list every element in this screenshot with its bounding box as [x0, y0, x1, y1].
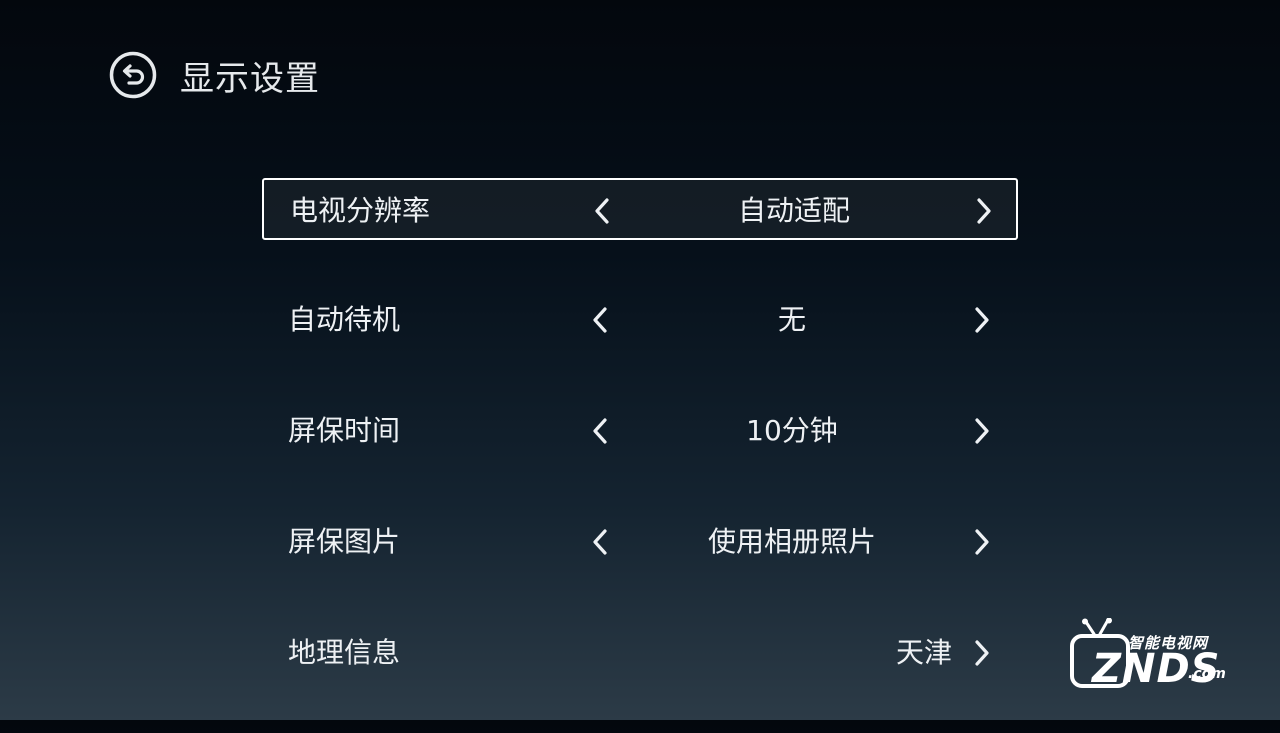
setting-row-location[interactable]: 地理信息 天津: [262, 622, 1018, 684]
setting-value: 自动适配: [737, 194, 850, 227]
header: 显示设置: [108, 50, 320, 100]
setting-value: 10分钟: [746, 414, 838, 447]
setting-label: 屏保时间: [288, 414, 401, 447]
page-title: 显示设置: [180, 58, 320, 99]
setting-row-screensaver-time[interactable]: 屏保时间 10分钟: [262, 400, 1018, 462]
watermark-suffix: .com: [1188, 666, 1226, 682]
chevron-left-icon[interactable]: [588, 528, 612, 556]
chevron-left-icon[interactable]: [588, 417, 612, 445]
chevron-right-icon[interactable]: [970, 639, 994, 667]
chevron-left-icon[interactable]: [588, 306, 612, 334]
chevron-right-icon[interactable]: [970, 528, 994, 556]
chevron-right-icon[interactable]: [970, 306, 994, 334]
setting-value: 使用相册照片: [707, 525, 876, 558]
chevron-left-icon[interactable]: [590, 197, 614, 225]
settings-list: 电视分辨率 自动适配 自动待机 无 屏保时间 10分钟 屏保图片 使用相册照片 …: [262, 178, 1018, 733]
setting-label: 地理信息: [288, 636, 401, 669]
setting-row-tv-resolution[interactable]: 电视分辨率 自动适配: [262, 178, 1018, 240]
setting-label: 电视分辨率: [290, 194, 431, 227]
setting-value: 天津: [895, 636, 952, 669]
back-icon[interactable]: [108, 50, 158, 100]
setting-label: 自动待机: [288, 303, 401, 336]
setting-row-auto-standby[interactable]: 自动待机 无: [262, 289, 1018, 351]
znds-watermark-logo: 智能电视网 ZNDS .com: [1064, 618, 1244, 694]
chevron-right-icon[interactable]: [970, 417, 994, 445]
setting-value: 无: [777, 303, 806, 336]
chevron-right-icon[interactable]: [972, 197, 996, 225]
setting-label: 屏保图片: [288, 525, 401, 558]
setting-row-screensaver-image[interactable]: 屏保图片 使用相册照片: [262, 511, 1018, 573]
